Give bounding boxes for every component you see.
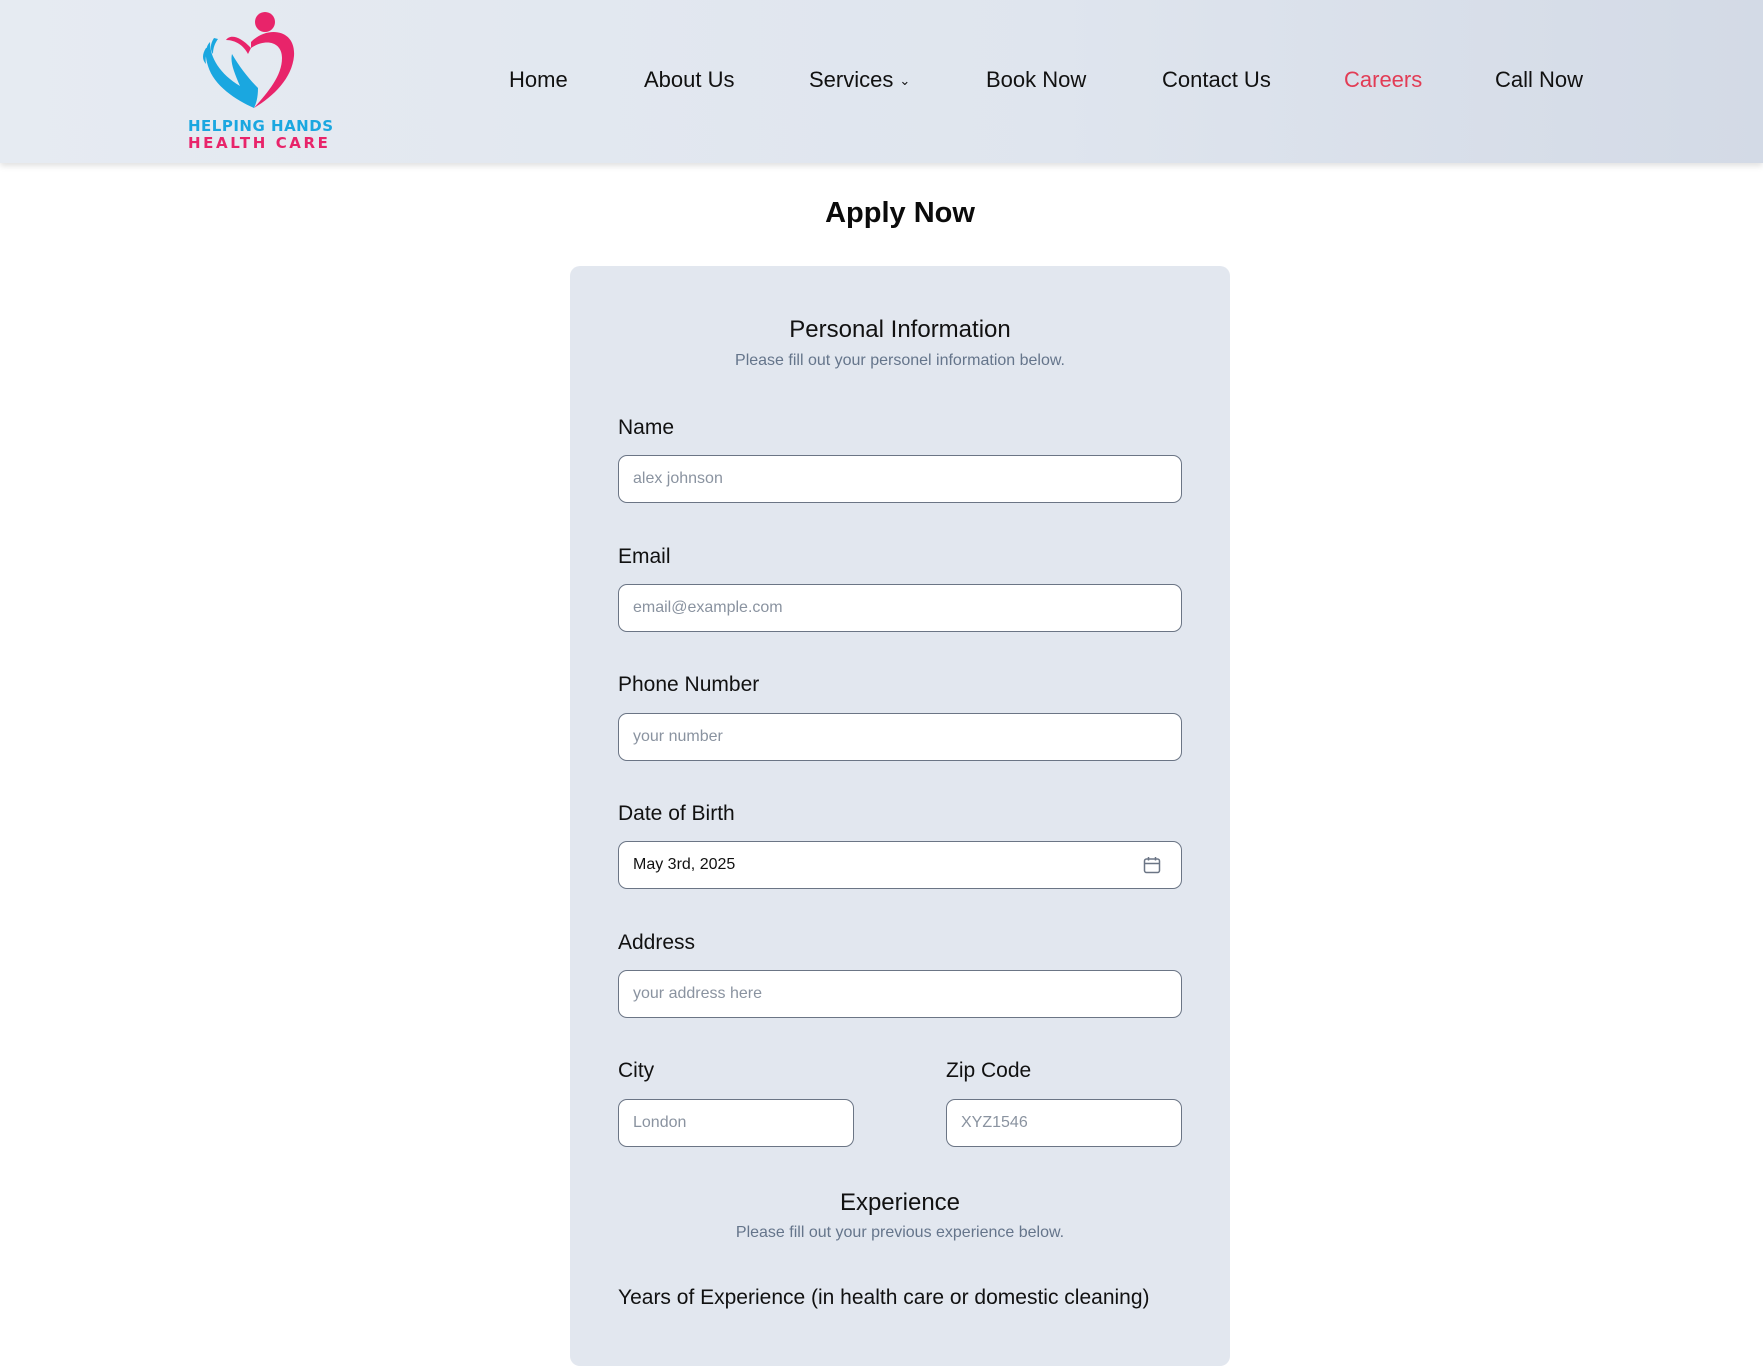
zip-label: Zip Code [946,1059,1032,1082]
main-nav: Home About Us Services ⌄ Book Now Contact… [0,0,1763,163]
nav-about-us[interactable]: About Us [644,67,735,93]
application-form: Personal Information Please fill out you… [570,266,1230,1366]
phone-field[interactable] [618,713,1182,761]
nav-services-label: Services [809,67,894,92]
city-field[interactable] [618,1099,854,1147]
dob-value: May 3rd, 2025 [633,856,736,873]
nav-call-now[interactable]: Call Now [1495,67,1583,93]
email-field[interactable] [618,584,1182,632]
dob-label: Date of Birth [618,802,735,825]
years-experience-label: Years of Experience (in health care or d… [618,1286,1150,1309]
nav-book-now[interactable]: Book Now [986,67,1086,93]
city-label: City [618,1059,655,1082]
page-title: Apply Now [825,197,975,229]
nav-services[interactable]: Services ⌄ [809,67,910,93]
chevron-down-icon: ⌄ [899,73,911,89]
nav-home[interactable]: Home [509,67,568,93]
address-field[interactable] [618,970,1182,1018]
site-header: HELPING HANDS HEALTH CARE Home About Us … [0,0,1763,163]
personal-info-subtitle: Please fill out your personel informatio… [735,352,1065,369]
phone-label: Phone Number [618,673,760,696]
dob-field[interactable]: May 3rd, 2025 [618,841,1182,889]
experience-subtitle: Please fill out your previous experience… [735,1224,1065,1241]
name-label: Name [618,416,675,439]
name-field[interactable] [618,455,1182,503]
nav-careers[interactable]: Careers [1344,67,1422,93]
experience-title: Experience [839,1189,961,1216]
zip-field[interactable] [946,1099,1182,1147]
calendar-icon[interactable] [1143,856,1161,874]
nav-contact-us[interactable]: Contact Us [1162,67,1271,93]
personal-info-title: Personal Information [789,316,1011,343]
address-label: Address [618,931,696,954]
email-label: Email [618,545,671,568]
